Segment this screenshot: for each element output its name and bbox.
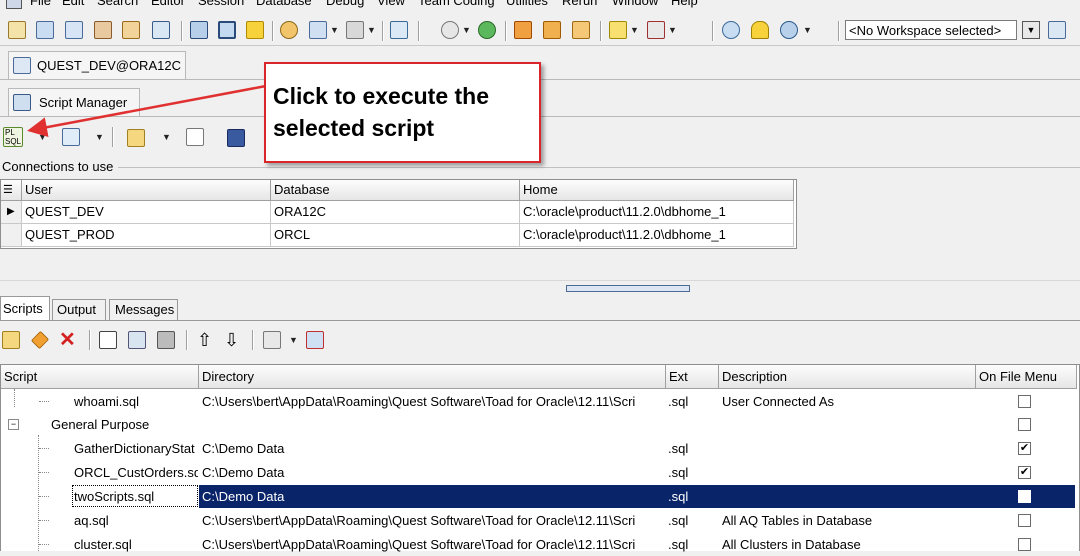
callout-box: Click to execute the selected script — [264, 62, 541, 163]
callout-line-1: Click to execute the — [273, 83, 490, 109]
callout-line-2: selected script — [273, 115, 435, 141]
